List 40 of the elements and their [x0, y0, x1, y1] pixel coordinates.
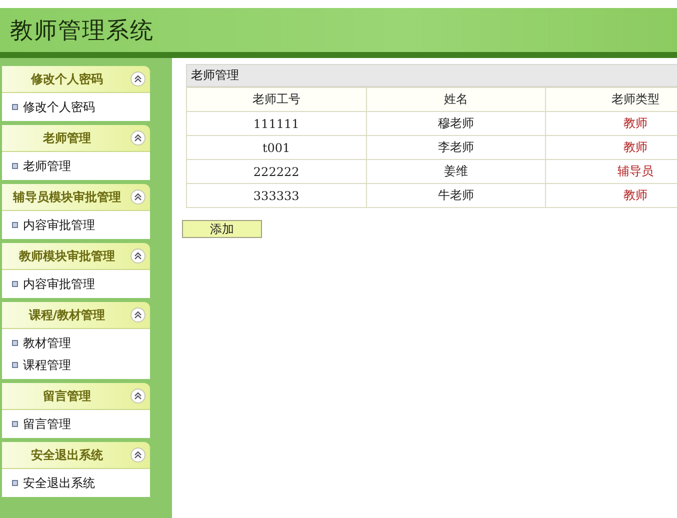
menu-link[interactable]: 课程管理 — [23, 356, 71, 374]
bullet-icon — [12, 104, 18, 110]
bullet-icon — [12, 362, 18, 368]
collapse-icon[interactable] — [130, 189, 146, 205]
menu-group-header[interactable]: 安全退出系统 — [2, 442, 150, 469]
menu-group-header[interactable]: 课程/教材管理 — [2, 302, 150, 329]
menu-group-header[interactable]: 教师模块审批管理 — [2, 243, 150, 270]
menu-group-header[interactable]: 留言管理 — [2, 383, 150, 410]
table-cell: 111111 — [186, 112, 366, 136]
table-title: 老师管理 — [186, 64, 677, 87]
collapse-icon[interactable] — [130, 71, 146, 87]
table-cell: 姜维 — [366, 160, 546, 184]
bullet-icon — [12, 480, 18, 486]
menu-group-header[interactable]: 修改个人密码 — [2, 66, 150, 93]
bullet-icon — [12, 421, 18, 427]
bullet-icon — [12, 163, 18, 169]
table-cell: 穆老师 — [366, 112, 546, 136]
app-title: 教师管理系统 — [10, 16, 154, 46]
bullet-icon — [12, 222, 18, 228]
menu-link[interactable]: 教材管理 — [23, 334, 71, 352]
menu-link[interactable]: 留言管理 — [23, 416, 71, 432]
collapse-icon[interactable] — [130, 388, 146, 404]
collapse-icon[interactable] — [130, 248, 146, 264]
column-header: 老师工号 — [186, 88, 366, 112]
collapse-icon[interactable] — [130, 130, 146, 146]
column-header: 老师类型 — [546, 88, 677, 112]
column-header: 姓名 — [366, 88, 546, 112]
collapse-icon[interactable] — [130, 447, 146, 463]
bullet-icon — [12, 281, 18, 287]
menu-group-header[interactable]: 辅导员模块审批管理 — [2, 184, 150, 211]
table-cell: 333333 — [186, 184, 366, 208]
collapse-icon[interactable] — [130, 307, 146, 323]
table-cell: 李老师 — [366, 136, 546, 160]
table-cell: 牛老师 — [366, 184, 546, 208]
table-cell: t001 — [186, 136, 366, 160]
add-button[interactable]: 添加 — [182, 220, 262, 238]
bullet-icon — [12, 340, 18, 346]
menu-group-header[interactable]: 老师管理 — [2, 125, 150, 152]
table-cell: 222222 — [186, 160, 366, 184]
menu-link[interactable]: 老师管理 — [23, 158, 71, 174]
